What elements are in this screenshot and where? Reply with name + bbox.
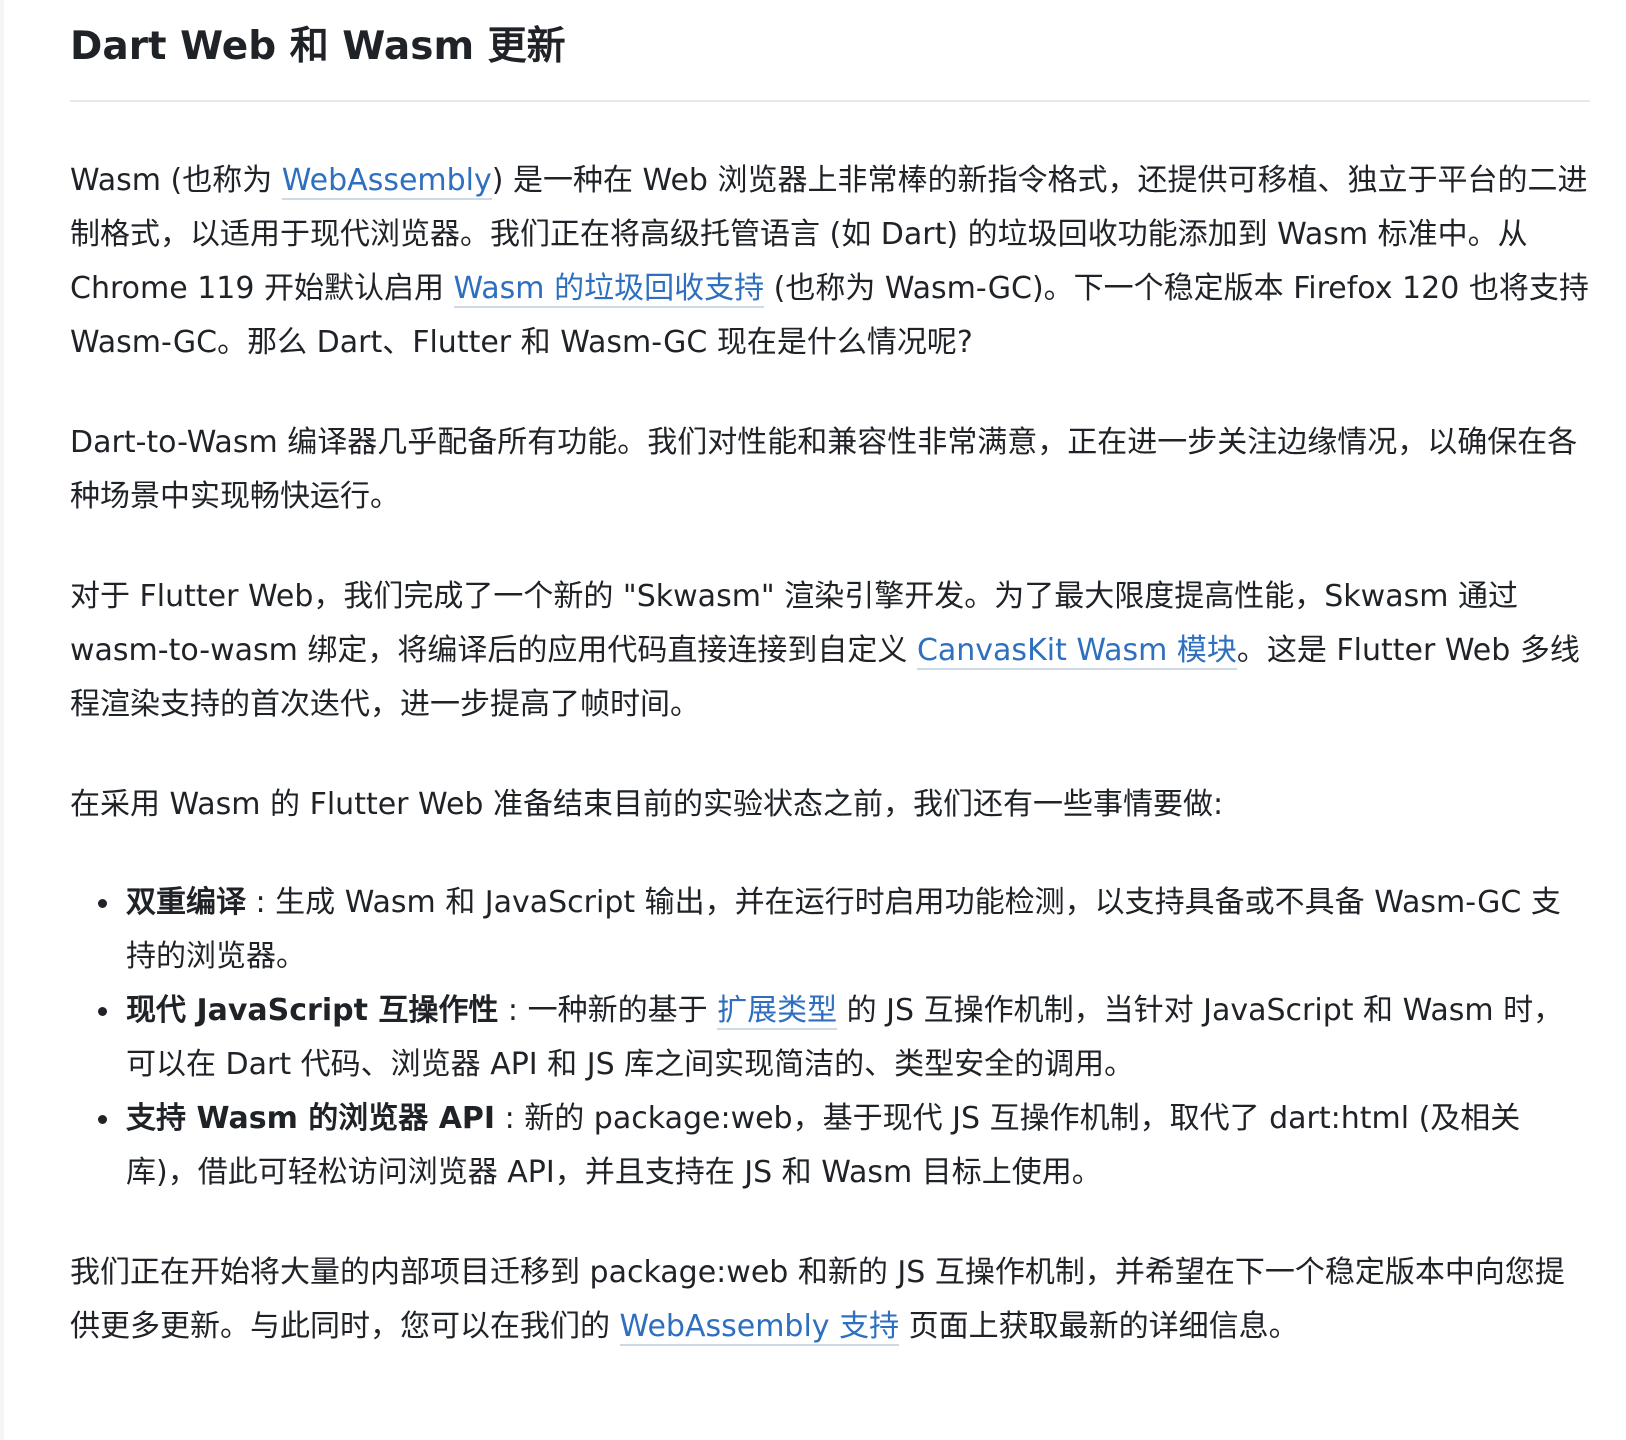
title-divider (70, 100, 1590, 102)
paragraph-wasm-intro: Wasm (也称为 WebAssembly) 是一种在 Web 浏览器上非常棒的… (70, 154, 1590, 370)
list-item-text: : 一种新的基于 (498, 993, 718, 1028)
section-title: Dart Web 和 Wasm 更新 (70, 24, 566, 69)
canvaskit-wasm-module-link[interactable]: CanvasKit Wasm 模块 (916, 633, 1237, 670)
article-page: Dart Web 和 Wasm 更新 Wasm (也称为 WebAssembly… (0, 0, 1626, 1440)
extension-types-link[interactable]: 扩展类型 (717, 993, 838, 1030)
list-item-title: 双重编译 (126, 885, 246, 920)
list-item-dual-compile: 双重编译 : 生成 Wasm 和 JavaScript 输出，并在运行时启用功能… (98, 876, 1590, 984)
bullet-icon (98, 1007, 107, 1016)
webassembly-support-link[interactable]: WebAssembly 支持 (619, 1309, 900, 1346)
bullet-icon (98, 899, 107, 908)
list-item-browser-api: 支持 Wasm 的浏览器 API : 新的 package:web，基于现代 J… (98, 1092, 1590, 1200)
paragraph-migration: 我们正在开始将大量的内部项目迁移到 package:web 和新的 JS 互操作… (70, 1246, 1590, 1354)
list-item-title: 现代 JavaScript 互操作性 (126, 993, 499, 1028)
paragraph-text: 页面上获取最新的详细信息。 (899, 1309, 1299, 1344)
list-item-text: : 生成 Wasm 和 JavaScript 输出，并在运行时启用功能检测，以支… (126, 885, 1561, 974)
paragraph-todo-intro: 在采用 Wasm 的 Flutter Web 准备结束目前的实验状态之前，我们还… (70, 787, 1224, 822)
paragraph-text: Wasm (也称为 (70, 163, 282, 198)
paragraph-compiler-status: Dart-to-Wasm 编译器几乎配备所有功能。我们对性能和兼容性非常满意，正… (70, 425, 1578, 514)
list-item-title: 支持 Wasm 的浏览器 API (126, 1101, 496, 1136)
paragraph-skwasm: 对于 Flutter Web，我们完成了一个新的 "Skwasm" 渲染引擎开发… (70, 570, 1590, 732)
webassembly-link[interactable]: WebAssembly (281, 163, 492, 200)
todo-list: 双重编译 : 生成 Wasm 和 JavaScript 输出，并在运行时启用功能… (70, 876, 1590, 1200)
wasm-gc-support-link[interactable]: Wasm 的垃圾回收支持 (453, 271, 765, 308)
list-item-js-interop: 现代 JavaScript 互操作性 : 一种新的基于 扩展类型 的 JS 互操… (98, 984, 1590, 1092)
article-content: Dart Web 和 Wasm 更新 Wasm (也称为 WebAssembly… (70, 0, 1590, 1354)
bullet-icon (98, 1115, 107, 1124)
